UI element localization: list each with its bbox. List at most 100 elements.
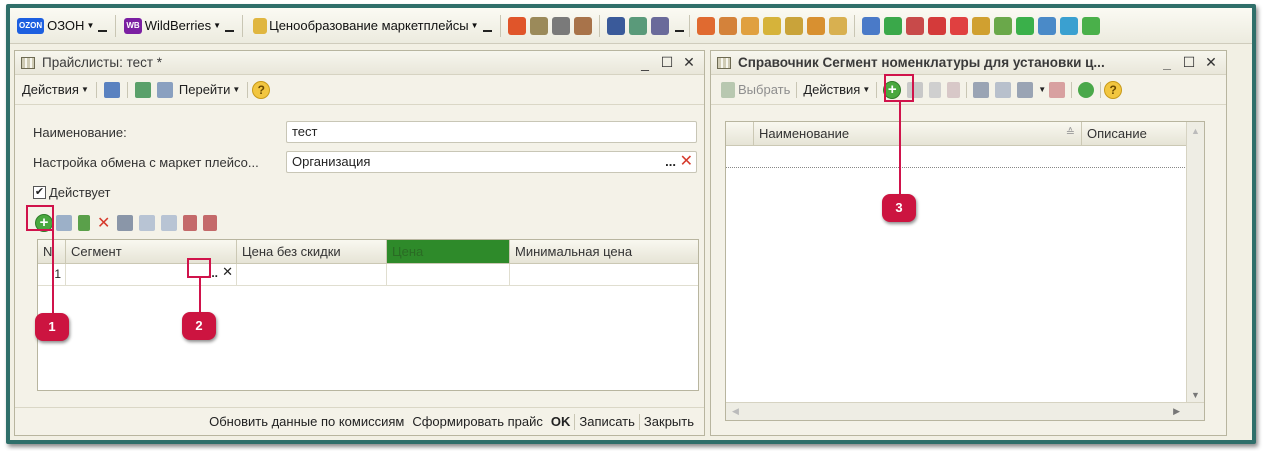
swap-icon[interactable]: [949, 16, 968, 35]
active-checkbox[interactable]: ✔: [33, 185, 46, 199]
app-workspace: OZON ОЗОН ▼ WB WildBerries ▼ Ценообразов…: [10, 8, 1252, 440]
wildberries-menu[interactable]: WB WildBerries ▼: [121, 14, 237, 38]
filter-by-value-icon[interactable]: [995, 81, 1012, 98]
price-no-discount-cell[interactable]: [237, 264, 387, 285]
select-ellipsis-icon[interactable]: ...: [665, 154, 676, 169]
column-header-segment[interactable]: Сегмент: [66, 240, 237, 263]
filter-icon[interactable]: [973, 81, 990, 98]
actions-menu[interactable]: Действия ▼: [19, 82, 92, 97]
table-row[interactable]: [726, 146, 1187, 168]
copy-document-icon[interactable]: [156, 81, 173, 98]
pricelist-window: Прайслисты: тест * _ ☐ ✕ Действия ▼ Пере…: [14, 50, 705, 436]
generate-price-button[interactable]: Сформировать прайс: [408, 414, 547, 429]
books-icon[interactable]: [507, 16, 526, 35]
ok-button[interactable]: OK: [547, 414, 575, 429]
chart-up-icon[interactable]: [806, 16, 825, 35]
actions-menu-label: Действия: [22, 82, 79, 97]
end-edit-icon[interactable]: [117, 215, 134, 231]
clear-icon[interactable]: ✕: [680, 151, 693, 171]
filter-history-icon[interactable]: [1017, 81, 1034, 98]
bank-icon[interactable]: [784, 16, 803, 35]
close-button[interactable]: Закрыть: [640, 414, 698, 429]
sort-descending-icon[interactable]: [203, 215, 218, 231]
report-icon[interactable]: [696, 16, 715, 35]
add-bank-icon[interactable]: [1081, 16, 1100, 35]
select-button[interactable]: Выбрать: [715, 81, 793, 98]
sort-ascending-icon[interactable]: [183, 215, 198, 231]
discount-icon[interactable]: [718, 16, 737, 35]
toolbar-dropdown-icon[interactable]: [674, 29, 684, 32]
transfer-icon[interactable]: [883, 16, 902, 35]
pricing-menu[interactable]: Ценообразование маркетплейсы ▼: [248, 14, 494, 38]
exchange-icon[interactable]: [1015, 16, 1034, 35]
money-icon[interactable]: [828, 16, 847, 35]
segment-catalog-table[interactable]: Наименование ≙ Описание ▲ ▼ ◀ ▶: [725, 121, 1205, 421]
vertical-scrollbar[interactable]: ▲ ▼: [1186, 122, 1204, 402]
ozon-menu-label: ОЗОН: [47, 18, 85, 33]
close-icon[interactable]: ✕: [680, 54, 698, 71]
chevron-down-icon[interactable]: ▼: [1038, 85, 1046, 94]
move-icon[interactable]: [927, 16, 946, 35]
pricelist-table[interactable]: N Сегмент Цена без скидки Цена Минимальн…: [37, 239, 699, 391]
refresh-icon[interactable]: [1078, 81, 1095, 98]
save-button[interactable]: Записать: [575, 414, 639, 429]
edit-pencil-icon[interactable]: [929, 81, 942, 98]
column-header-description[interactable]: Описание: [1082, 122, 1187, 145]
clear-filter-icon[interactable]: [1049, 81, 1066, 98]
close-icon[interactable]: ✕: [1202, 54, 1220, 71]
help-icon[interactable]: ?: [252, 80, 271, 99]
segment-clear-icon[interactable]: ✕: [222, 264, 233, 280]
help-icon[interactable]: ?: [1104, 80, 1123, 99]
document-list-icon[interactable]: [1037, 16, 1056, 35]
signature-icon[interactable]: [650, 16, 669, 35]
calculator-icon[interactable]: [628, 16, 647, 35]
scroll-right-icon[interactable]: ▶: [1173, 406, 1180, 417]
column-header-name[interactable]: Наименование ≙: [754, 122, 1082, 145]
copy-row-icon[interactable]: [56, 215, 72, 231]
segment-cell[interactable]: ... ✕: [66, 264, 237, 285]
heart-icon[interactable]: [740, 16, 759, 35]
move-up-icon[interactable]: [139, 215, 156, 231]
price-cell[interactable]: [387, 264, 510, 285]
exchange-field[interactable]: Организация ... ✕: [286, 151, 697, 173]
refresh-icon[interactable]: [134, 81, 151, 98]
actions-menu[interactable]: Действия ▼: [800, 82, 873, 97]
save-close-icon[interactable]: [103, 81, 120, 98]
toolbar-dropdown-icon[interactable]: [98, 29, 108, 32]
print-preview-icon[interactable]: [573, 16, 592, 35]
toolbar-dropdown-icon[interactable]: [225, 29, 235, 32]
column-header-price[interactable]: Цена: [387, 240, 510, 263]
coins-stack-icon[interactable]: [971, 16, 990, 35]
table-row[interactable]: 1 ... ✕: [38, 264, 698, 286]
edit-pencil-icon[interactable]: [78, 215, 90, 231]
printer-icon[interactable]: [529, 16, 548, 35]
scroll-down-icon[interactable]: ▼: [1191, 390, 1200, 400]
delete-row-icon[interactable]: ✕: [97, 213, 110, 233]
users-icon[interactable]: [606, 16, 625, 35]
maximize-icon[interactable]: ☐: [658, 54, 676, 71]
minimize-icon[interactable]: _: [1158, 55, 1176, 71]
price-tag-icon[interactable]: [762, 16, 781, 35]
min-price-cell[interactable]: [510, 264, 698, 285]
column-header-price-no-discount[interactable]: Цена без скидки: [237, 240, 387, 263]
scroll-left-icon[interactable]: ◀: [732, 406, 739, 417]
document-arrow-icon[interactable]: [861, 16, 880, 35]
document-out-icon[interactable]: [905, 16, 924, 35]
goto-menu[interactable]: Перейти ▼: [176, 82, 243, 97]
move-down-icon[interactable]: [161, 215, 178, 231]
pricelist-title: Прайслисты: тест *: [42, 55, 163, 70]
ozon-menu[interactable]: OZON ОЗОН ▼: [14, 14, 110, 38]
name-input[interactable]: тест: [286, 121, 697, 143]
refresh-document-icon[interactable]: [1059, 16, 1078, 35]
delete-item-icon[interactable]: [947, 81, 961, 98]
toolbar-dropdown-icon[interactable]: [482, 29, 492, 32]
maximize-icon[interactable]: ☐: [1180, 54, 1198, 71]
update-commissions-button[interactable]: Обновить данные по комиссиям: [205, 414, 408, 429]
print-icon[interactable]: [551, 16, 570, 35]
horizontal-scrollbar[interactable]: ◀ ▶: [726, 402, 1204, 420]
column-header-min-price[interactable]: Минимальная цена: [510, 240, 698, 263]
minimize-icon[interactable]: _: [636, 55, 654, 71]
document-check-icon[interactable]: [993, 16, 1012, 35]
scroll-up-icon[interactable]: ▲: [1191, 126, 1200, 136]
active-row[interactable]: ✔ Действует: [33, 181, 110, 203]
